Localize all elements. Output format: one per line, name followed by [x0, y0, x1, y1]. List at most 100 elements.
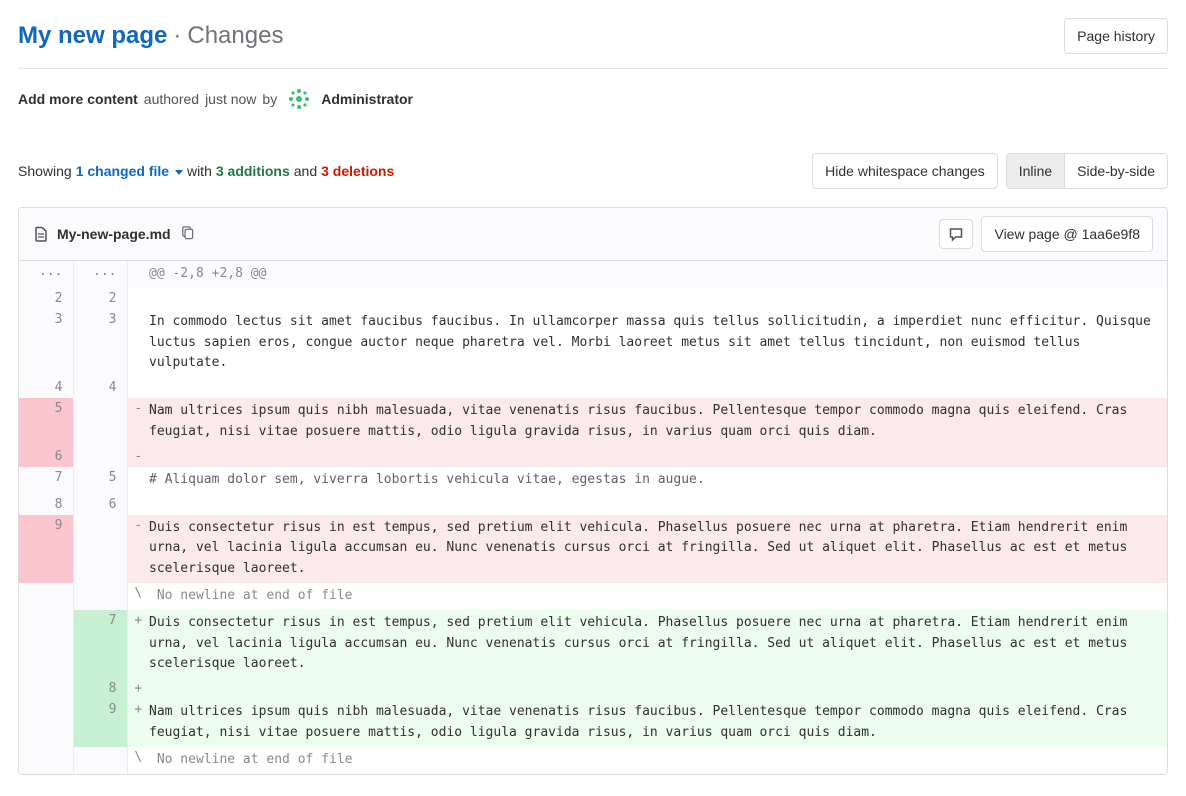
- diff-content: [149, 678, 1167, 699]
- diff-sign: +: [127, 699, 149, 747]
- old-line-number: [19, 678, 73, 699]
- commit-authored-label: authored: [144, 91, 199, 107]
- stats-with: with: [187, 163, 212, 179]
- changed-files-dropdown[interactable]: 1 changed file: [76, 163, 183, 179]
- diff-line: 75 # Aliquam dolor sem, viverra lobortis…: [19, 467, 1167, 494]
- title-block: My new page · Changes: [18, 22, 283, 50]
- old-line-number[interactable]: 7: [19, 467, 73, 494]
- old-line-number: [19, 747, 73, 774]
- diff-line: 86: [19, 494, 1167, 515]
- diff-view-toggle: Inline Side-by-side: [1006, 153, 1168, 189]
- sidebyside-view-button[interactable]: Side-by-side: [1064, 154, 1167, 188]
- new-line-number: [73, 446, 127, 467]
- new-line-number: [73, 583, 127, 610]
- new-line-number[interactable]: 6: [73, 494, 127, 515]
- diff-content: @@ -2,8 +2,8 @@: [149, 261, 1167, 288]
- comment-icon: [948, 226, 964, 242]
- page-title-link[interactable]: My new page: [18, 22, 167, 50]
- author-avatar[interactable]: [285, 85, 313, 113]
- diff-content: In commodo lectus sit amet faucibus fauc…: [149, 309, 1167, 377]
- diff-content: [149, 288, 1167, 309]
- file-name[interactable]: My-new-page.md: [57, 226, 171, 242]
- diff-sign: [127, 288, 149, 309]
- diff-content: [149, 494, 1167, 515]
- commit-title: Add more content: [18, 91, 138, 107]
- stats-deletions: 3 deletions: [321, 163, 394, 179]
- new-line-number[interactable]: 9: [73, 699, 127, 747]
- diff-line: 6-: [19, 446, 1167, 467]
- toggle-comments-button[interactable]: [939, 219, 973, 249]
- diff-sign: -: [127, 515, 149, 583]
- diff-sign: +: [127, 678, 149, 699]
- diff-line: 7+Duis consectetur risus in est tempus, …: [19, 610, 1167, 678]
- new-line-number: [73, 398, 127, 446]
- new-line-number[interactable]: 5: [73, 467, 127, 494]
- file-icon: [33, 226, 49, 242]
- new-line-number[interactable]: 7: [73, 610, 127, 678]
- diff-content: Nam ultrices ipsum quis nibh malesuada, …: [149, 398, 1167, 446]
- new-line-number[interactable]: ...: [73, 261, 127, 288]
- inline-view-button[interactable]: Inline: [1007, 154, 1064, 188]
- diff-content: [149, 377, 1167, 398]
- diff-sign: +: [127, 610, 149, 678]
- diff-stats-row: Showing 1 changed file with 3 additions …: [18, 153, 1168, 189]
- diff-table: ......@@ -2,8 +2,8 @@22 33 In commodo le…: [19, 261, 1167, 774]
- old-line-number[interactable]: 3: [19, 309, 73, 377]
- diff-sign: [127, 261, 149, 288]
- diff-sign: [127, 467, 149, 494]
- diff-line: \ No newline at end of file: [19, 747, 1167, 774]
- diff-sign: [127, 377, 149, 398]
- file-header: My-new-page.md View page @ 1aa6e9f8: [19, 208, 1167, 261]
- stats-additions: 3 additions: [216, 163, 290, 179]
- new-line-number[interactable]: 2: [73, 288, 127, 309]
- new-line-number[interactable]: 8: [73, 678, 127, 699]
- old-line-number[interactable]: 9: [19, 515, 73, 583]
- diff-content: Nam ultrices ipsum quis nibh malesuada, …: [149, 699, 1167, 747]
- old-line-number[interactable]: 5: [19, 398, 73, 446]
- diff-line: 9+Nam ultrices ipsum quis nibh malesuada…: [19, 699, 1167, 747]
- diff-content: No newline at end of file: [149, 583, 1167, 610]
- commit-by-label: by: [262, 91, 277, 107]
- diff-file: My-new-page.md View page @ 1aa6e9f8 ....…: [18, 207, 1168, 775]
- diff-content: Duis consectetur risus in est tempus, se…: [149, 515, 1167, 583]
- diff-line: 5-Nam ultrices ipsum quis nibh malesuada…: [19, 398, 1167, 446]
- title-separator: ·: [173, 22, 181, 50]
- old-line-number[interactable]: 2: [19, 288, 73, 309]
- diff-sign: \: [127, 583, 149, 610]
- old-line-number: [19, 610, 73, 678]
- diff-content: [149, 446, 1167, 467]
- diff-content: No newline at end of file: [149, 747, 1167, 774]
- diff-line: 22: [19, 288, 1167, 309]
- view-page-button[interactable]: View page @ 1aa6e9f8: [981, 216, 1153, 252]
- hide-whitespace-button[interactable]: Hide whitespace changes: [812, 153, 998, 189]
- page-header: My new page · Changes Page history: [18, 18, 1168, 54]
- diff-line: 8+: [19, 678, 1167, 699]
- copy-path-button[interactable]: [179, 225, 194, 243]
- old-line-number: [19, 699, 73, 747]
- diff-sign: -: [127, 446, 149, 467]
- header-divider: [18, 68, 1168, 69]
- diff-sign: \: [127, 747, 149, 774]
- diff-sign: [127, 494, 149, 515]
- diff-content: # Aliquam dolor sem, viverra lobortis ve…: [149, 467, 1167, 494]
- title-section: Changes: [187, 22, 283, 50]
- new-line-number[interactable]: 3: [73, 309, 127, 377]
- diff-line: 9-Duis consectetur risus in est tempus, …: [19, 515, 1167, 583]
- page-history-button[interactable]: Page history: [1064, 18, 1168, 54]
- new-line-number: [73, 515, 127, 583]
- diff-content: Duis consectetur risus in est tempus, se…: [149, 610, 1167, 678]
- new-line-number: [73, 747, 127, 774]
- old-line-number[interactable]: 6: [19, 446, 73, 467]
- diff-stats: Showing 1 changed file with 3 additions …: [18, 163, 394, 179]
- old-line-number[interactable]: 4: [19, 377, 73, 398]
- commit-author[interactable]: Administrator: [321, 91, 413, 107]
- new-line-number[interactable]: 4: [73, 377, 127, 398]
- diff-line: 33 In commodo lectus sit amet faucibus f…: [19, 309, 1167, 377]
- old-line-number[interactable]: ...: [19, 261, 73, 288]
- identicon-icon: [286, 86, 312, 112]
- diff-line: ...... @@ -2,8 +2,8 @@: [19, 261, 1167, 288]
- diff-line: \ No newline at end of file: [19, 583, 1167, 610]
- commit-info: Add more content authored just now by Ad…: [18, 85, 1168, 113]
- old-line-number[interactable]: 8: [19, 494, 73, 515]
- stats-showing: Showing: [18, 163, 72, 179]
